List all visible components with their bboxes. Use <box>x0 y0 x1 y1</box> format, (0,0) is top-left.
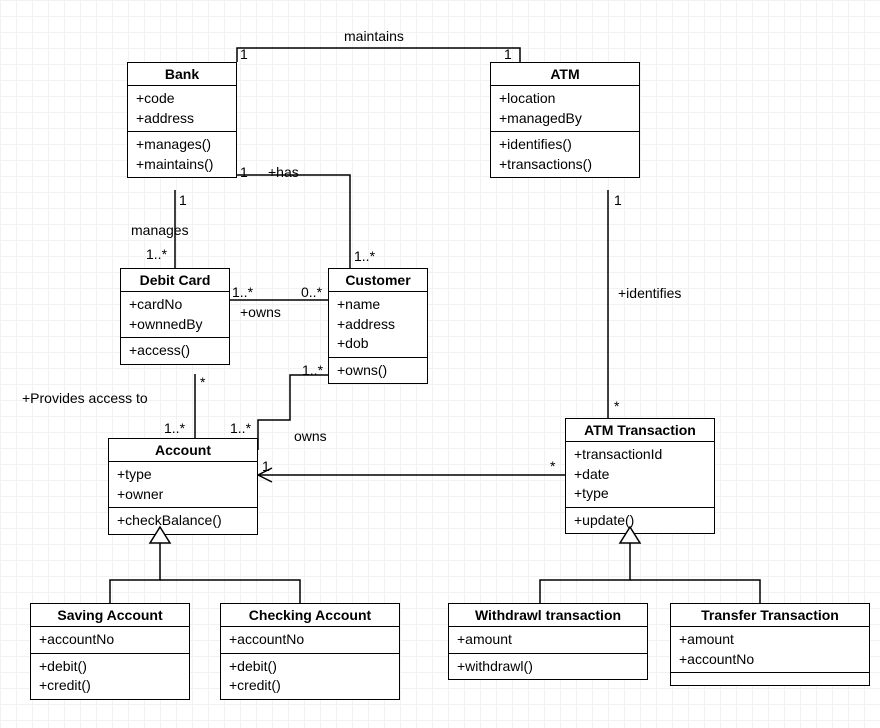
attr: +managedBy <box>499 109 631 129</box>
op: +credit() <box>39 676 181 696</box>
class-attrs: +cardNo +ownnedBy <box>121 292 229 338</box>
op: +manages() <box>136 135 228 155</box>
mult-label: 1 <box>262 458 270 474</box>
attr: +transactionId <box>574 445 706 465</box>
attr: +address <box>337 315 419 335</box>
mult-label: 1..* <box>230 420 251 436</box>
rel-label: +owns <box>240 304 281 320</box>
attr: +accountNo <box>679 650 861 670</box>
attr: +owner <box>117 485 249 505</box>
class-title: Withdrawl transaction <box>449 604 647 627</box>
class-attrs: +transactionId +date +type <box>566 442 714 508</box>
class-bank: Bank +code +address +manages() +maintain… <box>127 62 237 178</box>
class-title: Transfer Transaction <box>671 604 869 627</box>
rel-label: owns <box>294 428 327 444</box>
class-attrs: +location +managedBy <box>491 86 639 132</box>
mult-label: 1..* <box>232 284 253 300</box>
mult-label: 1 <box>240 164 248 180</box>
rel-label: +has <box>268 164 299 180</box>
op: +update() <box>574 511 706 531</box>
class-checking: Checking Account +accountNo +debit() +cr… <box>220 603 400 700</box>
attr: +code <box>136 89 228 109</box>
class-attrs: +accountNo <box>221 627 399 654</box>
attr: +type <box>574 484 706 504</box>
class-ops: +owns() <box>329 358 427 384</box>
class-attrs: +accountNo <box>31 627 189 654</box>
mult-label: * <box>614 398 619 414</box>
attr: +address <box>136 109 228 129</box>
attr: +location <box>499 89 631 109</box>
attr: +amount <box>679 630 861 650</box>
rel-label: manages <box>131 222 189 238</box>
class-attrs: +amount +accountNo <box>671 627 869 673</box>
op: +transactions() <box>499 155 631 175</box>
rel-label: +Provides access to <box>22 390 148 406</box>
class-title: Bank <box>128 63 236 86</box>
mult-label: 1..* <box>302 362 323 378</box>
attr: +name <box>337 295 419 315</box>
class-title: Account <box>109 439 257 462</box>
class-ops: +debit() +credit() <box>31 654 189 699</box>
mult-label: 1..* <box>146 246 167 262</box>
class-attrs: +name +address +dob <box>329 292 427 358</box>
op: +debit() <box>39 657 181 677</box>
op: +debit() <box>229 657 391 677</box>
mult-label: 1 <box>504 46 512 62</box>
class-customer: Customer +name +address +dob +owns() <box>328 268 428 384</box>
op: +access() <box>129 341 221 361</box>
mult-label: 1..* <box>354 248 375 264</box>
class-ops: +withdrawl() <box>449 654 647 680</box>
op: +owns() <box>337 361 419 381</box>
class-attrs: +type +owner <box>109 462 257 508</box>
op: +withdrawl() <box>457 657 639 677</box>
class-atmtxn: ATM Transaction +transactionId +date +ty… <box>565 418 715 534</box>
op: +credit() <box>229 676 391 696</box>
class-title: Saving Account <box>31 604 189 627</box>
class-attrs: +code +address <box>128 86 236 132</box>
class-ops: +access() <box>121 338 229 364</box>
mult-label: 1 <box>179 192 187 208</box>
class-withdrawl: Withdrawl transaction +amount +withdrawl… <box>448 603 648 680</box>
op: +checkBalance() <box>117 511 249 531</box>
mult-label: 1 <box>614 192 622 208</box>
attr: +type <box>117 465 249 485</box>
class-atm: ATM +location +managedBy +identifies() +… <box>490 62 640 178</box>
class-title: Checking Account <box>221 604 399 627</box>
mult-label: 1..* <box>164 420 185 436</box>
mult-label: 0..* <box>301 284 322 300</box>
mult-label: * <box>200 374 205 390</box>
class-ops: +identifies() +transactions() <box>491 132 639 177</box>
class-attrs: +amount <box>449 627 647 654</box>
class-transfer: Transfer Transaction +amount +accountNo <box>670 603 870 686</box>
class-debitcard: Debit Card +cardNo +ownnedBy +access() <box>120 268 230 365</box>
attr: +amount <box>457 630 639 650</box>
attr: +dob <box>337 334 419 354</box>
mult-label: 1 <box>240 46 248 62</box>
rel-label: +identifies <box>618 285 681 301</box>
class-title: Debit Card <box>121 269 229 292</box>
attr: +accountNo <box>39 630 181 650</box>
class-title: ATM Transaction <box>566 419 714 442</box>
class-account: Account +type +owner +checkBalance() <box>108 438 258 535</box>
class-ops: +debit() +credit() <box>221 654 399 699</box>
attr: +accountNo <box>229 630 391 650</box>
class-ops <box>671 673 869 685</box>
op: +maintains() <box>136 155 228 175</box>
class-saving: Saving Account +accountNo +debit() +cred… <box>30 603 190 700</box>
attr: +date <box>574 465 706 485</box>
uml-canvas: Bank +code +address +manages() +maintain… <box>0 0 880 728</box>
op: +identifies() <box>499 135 631 155</box>
class-title: Customer <box>329 269 427 292</box>
attr: +ownnedBy <box>129 315 221 335</box>
class-title: ATM <box>491 63 639 86</box>
class-ops: +update() <box>566 508 714 534</box>
mult-label: * <box>550 458 555 474</box>
class-ops: +manages() +maintains() <box>128 132 236 177</box>
attr: +cardNo <box>129 295 221 315</box>
class-ops: +checkBalance() <box>109 508 257 534</box>
rel-label: maintains <box>344 28 404 44</box>
